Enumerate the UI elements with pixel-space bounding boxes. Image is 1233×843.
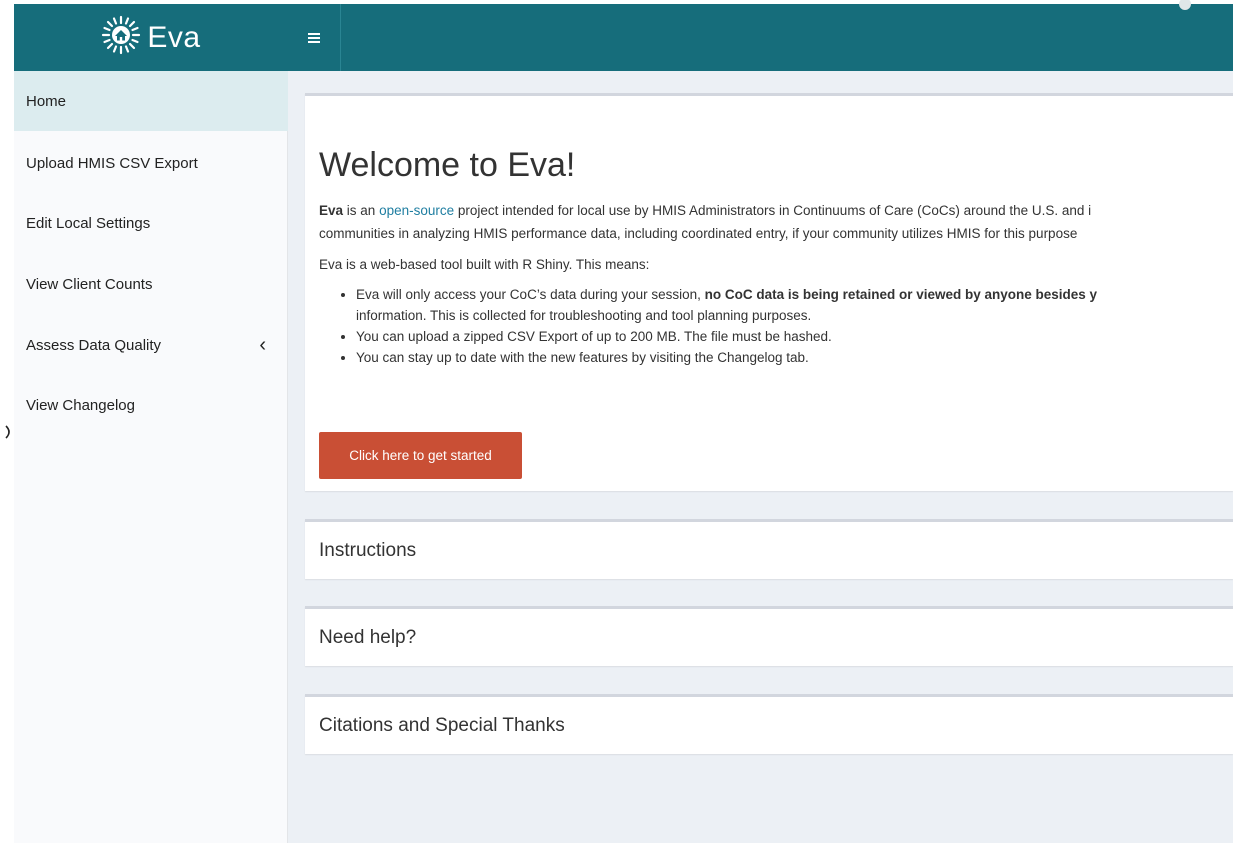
open-source-link[interactable]: open-source [379,203,454,218]
brand-name: Eva [147,20,201,54]
panel-title: Need help? [319,626,417,648]
sidebar-item-view-client-counts[interactable]: View Client Counts [14,254,288,314]
intro-bold: Eva [319,203,344,218]
chevron-left-icon[interactable]: ‹ [259,335,266,355]
main-content: Welcome to Eva! Eva is an open-source pr… [288,71,1233,843]
list-item: You can upload a zipped CSV Export of up… [356,326,1233,347]
instructions-panel[interactable]: Instructions [305,519,1233,579]
page-title: Welcome to Eva! [319,146,576,184]
user-avatar-icon[interactable] [1179,0,1191,10]
sidebar-item-assess-data-quality[interactable]: Assess Data Quality ‹ [14,315,288,375]
bullet-bold-text: no CoC data is being retained or viewed … [704,287,1098,302]
sidebar-item-label: Home [26,92,67,110]
list-item: Eva will only access your CoC’s data dur… [356,284,1233,326]
intro-paragraph: Eva is an open-source project intended f… [319,199,1233,245]
sidebar-menu: Home Upload HMIS CSV Export Edit Local S… [14,71,288,843]
sidebar-item-edit-local-settings[interactable]: Edit Local Settings [14,193,288,253]
sidebar-item-label: Edit Local Settings [26,214,151,232]
hamburger-icon [308,32,320,44]
list-item: You can stay up to date with the new fea… [356,347,1233,368]
sidebar-item-home[interactable]: Home [14,71,288,131]
sidebar-item-upload-hmis-csv-export[interactable]: Upload HMIS CSV Export [14,133,288,193]
get-started-button[interactable]: Click here to get started [319,432,522,479]
panel-title: Citations and Special Thanks [319,714,565,736]
sidebar-item-label: View Client Counts [26,275,153,293]
welcome-box: Welcome to Eva! Eva is an open-source pr… [305,93,1233,491]
intro-text: is an [343,203,380,218]
panel-title: Instructions [319,539,417,561]
top-navbar [288,0,1233,71]
citations-panel[interactable]: Citations and Special Thanks [305,694,1233,754]
cursor-fragment-icon [5,425,10,439]
bullet-text-line2: information. This is collected for troub… [356,308,812,323]
sidebar-item-label: View Changelog [26,396,135,414]
sidebar-item-label: Upload HMIS CSV Export [26,154,198,172]
sidebar-item-view-changelog[interactable]: View Changelog [14,375,288,435]
intro-text: project intended for local use by HMIS A… [454,203,1092,218]
need-help-panel[interactable]: Need help? [305,606,1233,666]
app-logo[interactable]: Eva [14,4,288,71]
sidebar-item-label: Assess Data Quality [26,336,162,354]
sun-house-icon [101,15,141,60]
tool-description: Eva is a web-based tool built with R Shi… [319,257,650,272]
feature-list: Eva will only access your CoC’s data dur… [356,284,1233,368]
bullet-text: Eva will only access your CoC’s data dur… [356,287,705,302]
intro-text-line2: communities in analyzing HMIS performanc… [319,226,1078,241]
sidebar-toggle-button[interactable] [288,4,341,71]
